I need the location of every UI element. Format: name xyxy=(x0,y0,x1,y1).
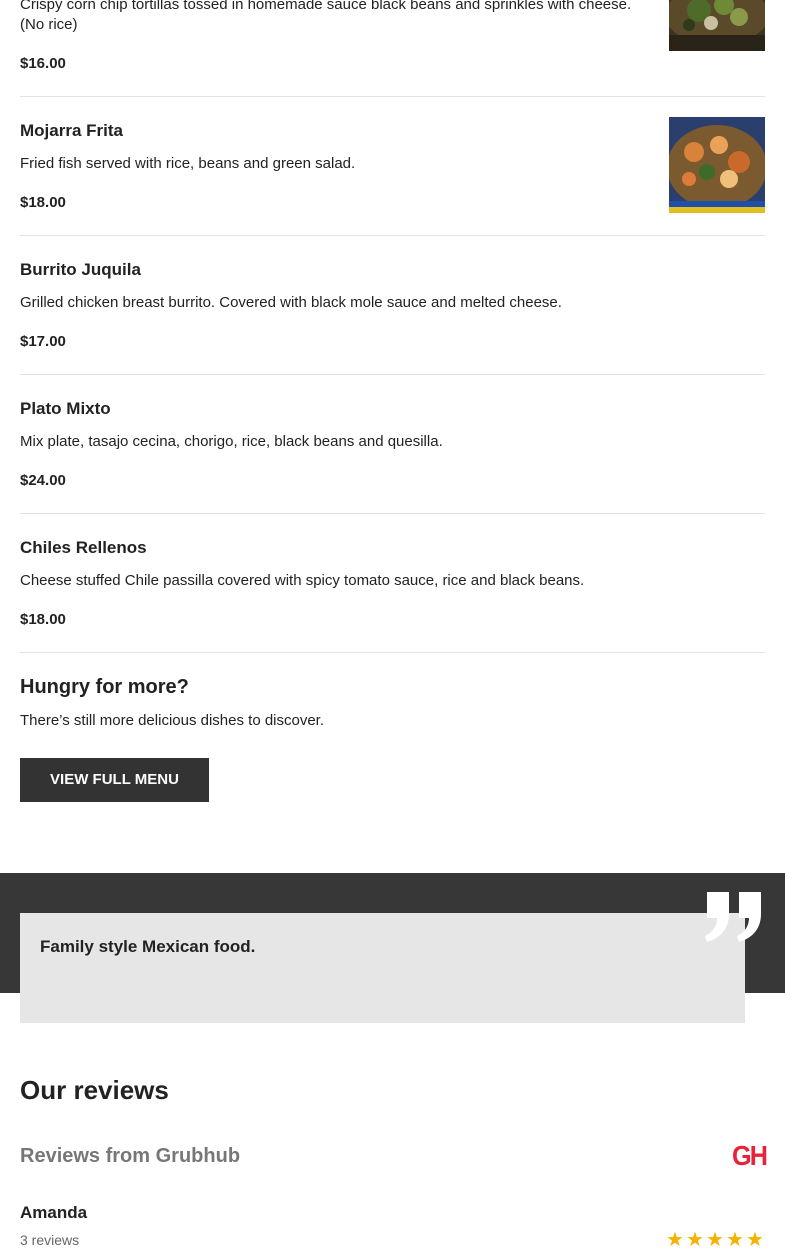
menu-item-description: Mix plate, tasajo cecina, chorigo, rice,… xyxy=(20,433,443,450)
reviewer-review-count: 3 reviews xyxy=(20,1232,80,1248)
reviews-title: Our reviews xyxy=(20,1075,169,1105)
menu-item[interactable]: Plato Mixto Mix plate, tasajo cecina, ch… xyxy=(20,374,765,514)
star-icon: ★ xyxy=(706,1229,724,1251)
star-rating: ★ ★ ★ ★ ★ xyxy=(665,1230,765,1250)
menu-item-description: Cheese stuffed Chile passilla covered wi… xyxy=(20,572,585,589)
menu-item[interactable]: Chiles Rellenos Cheese stuffed Chile pas… xyxy=(20,513,765,653)
chilaquiles-photo[interactable] xyxy=(669,0,765,51)
grubhub-logo[interactable]: GH xyxy=(732,1141,768,1171)
quote-text: Family style Mexican food. xyxy=(40,937,256,956)
star-icon: ★ xyxy=(746,1229,764,1251)
menu-item-name: Chiles Rellenos xyxy=(20,538,147,557)
menu-item-price: $18.00 xyxy=(20,194,66,211)
reviewer-name: Amanda xyxy=(20,1203,88,1222)
menu-item-price: $17.00 xyxy=(20,333,66,350)
menu-item-name: Burrito Juquila xyxy=(20,260,141,279)
view-full-menu-button[interactable]: VIEW FULL MENU xyxy=(20,758,209,802)
menu-item[interactable]: Burrito Juquila Grilled chicken breast b… xyxy=(20,235,765,375)
menu-item-price: $16.00 xyxy=(20,55,66,72)
quote-mark-icon xyxy=(703,888,767,944)
menu-item-description: Crispy corn chip tortillas tossed in hom… xyxy=(20,0,632,33)
menu-item-description: Fried fish served with rice, beans and g… xyxy=(20,155,356,172)
menu-item-name: Plato Mixto xyxy=(20,399,111,418)
star-icon: ★ xyxy=(726,1229,744,1251)
menu-item-description: Grilled chicken breast burrito. Covered … xyxy=(20,294,562,311)
reviews-source-label: Reviews from Grubhub xyxy=(20,1145,241,1167)
mojarra-frita-photo[interactable] xyxy=(669,117,765,213)
cta-text: There’s still more delicious dishes to d… xyxy=(20,712,325,729)
menu-item[interactable]: Crispy corn chip tortillas tossed in hom… xyxy=(20,0,765,97)
star-icon: ★ xyxy=(666,1229,684,1251)
menu-item-name: Mojarra Frita xyxy=(20,121,123,140)
menu-item-price: $18.00 xyxy=(20,611,66,628)
menu-item-price: $24.00 xyxy=(20,472,66,489)
cta-title: Hungry for more? xyxy=(20,676,189,698)
menu-item[interactable]: Mojarra Frita Fried fish served with ric… xyxy=(20,96,765,236)
quote-card: Family style Mexican food. xyxy=(20,913,745,1023)
star-icon: ★ xyxy=(686,1229,704,1251)
